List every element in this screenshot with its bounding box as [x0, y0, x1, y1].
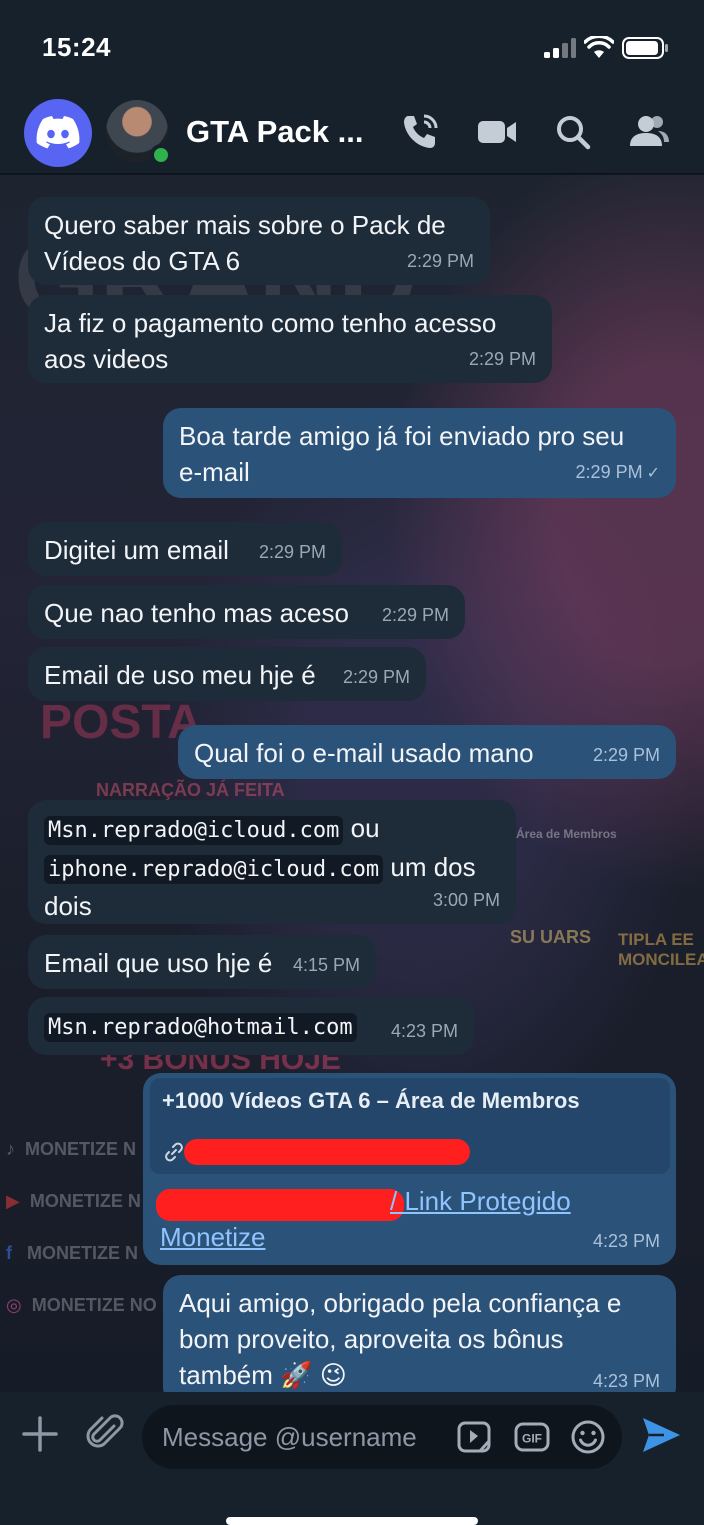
- message-text: Email que uso hje é: [44, 948, 273, 978]
- message-field[interactable]: GIF: [142, 1405, 622, 1469]
- message-bubble[interactable]: Boa tarde amigo já foi enviado pro seu e…: [163, 408, 676, 498]
- message-bubble[interactable]: Que nao tenho mas aceso 2:29 PM: [28, 585, 465, 639]
- members-icon[interactable]: [628, 112, 670, 152]
- phone-icon[interactable]: [400, 112, 440, 152]
- email-code[interactable]: iphone.reprado@icloud.com: [44, 855, 384, 884]
- background-text: SU UARS: [510, 927, 592, 947]
- background-social-instagram: ◎ MONETIZE NO IN: [6, 1295, 180, 1315]
- discord-icon[interactable]: [24, 99, 92, 167]
- chat-area[interactable]: GRAND POSTA NARRAÇÃO JÁ FEITA +3 BÔNUS H…: [0, 175, 704, 1392]
- plus-icon[interactable]: [20, 1414, 60, 1454]
- link-preview-title: +1000 Vídeos GTA 6 – Área de Membros: [162, 1088, 580, 1113]
- search-icon[interactable]: [553, 112, 593, 152]
- message-time: 2:29 PM ✓: [575, 462, 660, 482]
- wifi-icon: [584, 36, 614, 58]
- email-code[interactable]: Msn.reprado@icloud.com: [44, 816, 344, 845]
- message-text: ou: [350, 813, 380, 843]
- message-time: 4:23 PM: [592, 1231, 660, 1251]
- redacted-mark: [156, 1189, 404, 1221]
- composer-bar: GIF: [0, 1392, 704, 1525]
- signal-icon: [544, 38, 576, 58]
- message-time: 2:29 PM: [468, 349, 536, 369]
- message-text: Digitei um email: [44, 535, 229, 565]
- message-input[interactable]: [162, 1415, 452, 1459]
- message-text: também 🚀 😉: [179, 1360, 347, 1390]
- message-bubble[interactable]: Msn.reprado@icloud.com ou iphone.reprado…: [28, 800, 516, 924]
- message-time: 2:29 PM: [381, 605, 449, 625]
- message-bubble[interactable]: Aqui amigo, obrigado pela confiança e bo…: [163, 1275, 676, 1392]
- message-time: 2:29 PM: [592, 745, 660, 765]
- message-text: um dos: [390, 852, 476, 882]
- background-text: NARRAÇÃO JÁ FEITA: [96, 780, 285, 800]
- email-code[interactable]: Msn.reprado@hotmail.com: [44, 1013, 357, 1042]
- online-status-icon: [150, 144, 172, 166]
- message-text: Ja fiz o pagamento como tenho acesso: [44, 308, 497, 338]
- send-icon[interactable]: [640, 1414, 682, 1456]
- message-time: 4:23 PM: [592, 1371, 660, 1391]
- emoji-icon[interactable]: [570, 1419, 606, 1455]
- chat-title[interactable]: GTA Pack ...: [186, 114, 363, 150]
- status-bar: 15:24: [0, 0, 704, 90]
- message-time: 2:29 PM: [258, 542, 326, 562]
- avatar[interactable]: [106, 100, 172, 166]
- sticker-icon[interactable]: [456, 1419, 492, 1455]
- message-time: 3:00 PM: [432, 890, 500, 910]
- message-text: Aqui amigo, obrigado pela confiança e: [179, 1288, 622, 1318]
- status-time: 15:24: [42, 32, 111, 62]
- message-text: Boa tarde amigo já foi enviado pro seu: [179, 421, 625, 451]
- home-indicator[interactable]: [226, 1517, 478, 1525]
- message-text: Que nao tenho mas aceso: [44, 598, 349, 628]
- background-social-facebook: f MONETIZE N: [6, 1243, 139, 1263]
- message-time: 2:29 PM: [342, 667, 410, 687]
- message-bubble[interactable]: Msn.reprado@hotmail.com 4:23 PM: [28, 997, 474, 1055]
- video-icon[interactable]: [476, 112, 518, 152]
- message-text: Email de uso meu hje é: [44, 660, 316, 690]
- message-text: aos videos: [44, 344, 169, 374]
- background-social-youtube: ▶ MONETIZE N: [6, 1191, 141, 1211]
- battery-icon: [622, 37, 668, 59]
- message-time: 4:23 PM: [390, 1021, 458, 1041]
- paperclip-icon[interactable]: [84, 1412, 126, 1454]
- background-text: Área de Membros: [516, 827, 617, 841]
- message-text: Quero saber mais sobre o Pack de: [44, 210, 446, 240]
- message-time: 2:29 PM: [406, 251, 474, 271]
- link-icon: [165, 1142, 183, 1162]
- message-bubble[interactable]: Email de uso meu hje é 2:29 PM: [28, 647, 426, 701]
- message-bubble[interactable]: Email que uso hje é 4:15 PM: [28, 935, 376, 989]
- message-text: bom proveito, aproveita os bônus: [179, 1324, 564, 1354]
- background-text: TIPLA EE MONCILEA: [618, 930, 704, 969]
- sent-check-icon: ✓: [646, 465, 660, 482]
- message-text: dois: [44, 891, 92, 921]
- svg-text:GIF: GIF: [522, 1432, 542, 1446]
- chat-header: GTA Pack ...: [0, 90, 704, 174]
- message-bubble[interactable]: Quero saber mais sobre o Pack de Vídeos …: [28, 197, 490, 285]
- message-bubble[interactable]: Digitei um email 2:29 PM: [28, 522, 342, 576]
- monetize-link[interactable]: Monetize: [160, 1219, 266, 1255]
- message-bubble[interactable]: Qual foi o e-mail usado mano 2:29 PM: [178, 725, 676, 779]
- protected-link[interactable]: / Link Protegido: [390, 1183, 571, 1219]
- redacted-mark: [184, 1139, 470, 1165]
- message-bubble[interactable]: Ja fiz o pagamento como tenho acesso aos…: [28, 295, 552, 383]
- gif-icon[interactable]: GIF: [514, 1419, 550, 1455]
- message-text: Qual foi o e-mail usado mano: [194, 738, 534, 768]
- background-social-tiktok: ♪ MONETIZE N: [6, 1139, 137, 1159]
- message-time: 4:15 PM: [292, 955, 360, 975]
